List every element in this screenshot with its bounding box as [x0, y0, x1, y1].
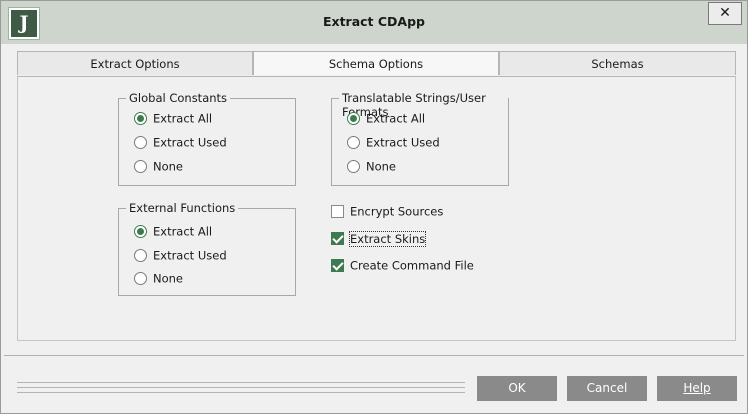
- dialog-title: Extract CDApp: [322, 14, 426, 29]
- footer-separator: [4, 355, 744, 356]
- tab-bar: Extract Options Schema Options Schemas: [17, 51, 736, 76]
- radio-selected-icon[interactable]: [134, 112, 147, 125]
- option-label: None: [153, 271, 184, 286]
- global-constants-group: Global Constants Extract All Extract Use…: [118, 91, 296, 186]
- close-button[interactable]: ✕: [708, 2, 742, 25]
- external-functions-extract-used[interactable]: Extract Used: [134, 246, 227, 264]
- radio-selected-icon[interactable]: [134, 225, 147, 238]
- option-label: Extract Used: [153, 248, 227, 263]
- checkbox-label: Create Command File: [350, 258, 474, 273]
- translatable-strings-extract-all[interactable]: Extract All: [347, 109, 425, 127]
- checkbox-unchecked-icon[interactable]: [331, 205, 344, 218]
- external-functions-extract-all[interactable]: Extract All: [134, 222, 212, 240]
- tab-schemas[interactable]: Schemas: [499, 51, 736, 75]
- encrypt-sources-checkbox[interactable]: Encrypt Sources: [331, 202, 443, 220]
- external-functions-title: External Functions: [126, 201, 239, 215]
- grip-line: [17, 387, 465, 388]
- option-label: None: [153, 159, 184, 174]
- option-label: Extract All: [153, 111, 213, 126]
- radio-selected-icon[interactable]: [347, 112, 360, 125]
- tab-content-panel: Global Constants Extract All Extract Use…: [17, 77, 736, 341]
- radio-icon[interactable]: [134, 249, 147, 262]
- radio-icon[interactable]: [134, 136, 147, 149]
- help-button[interactable]: Help: [657, 376, 737, 401]
- create-command-file-checkbox[interactable]: Create Command File: [331, 256, 474, 274]
- ok-button[interactable]: OK: [477, 376, 557, 401]
- radio-icon[interactable]: [347, 136, 360, 149]
- global-constants-title: Global Constants: [126, 91, 231, 105]
- cancel-button[interactable]: Cancel: [567, 376, 647, 401]
- checkbox-label: Extract Skins: [348, 230, 427, 247]
- global-constants-extract-all[interactable]: Extract All: [134, 109, 212, 127]
- global-constants-extract-used[interactable]: Extract Used: [134, 133, 227, 151]
- translatable-strings-extract-used[interactable]: Extract Used: [347, 133, 440, 151]
- radio-icon[interactable]: [134, 272, 147, 285]
- tab-schema-options[interactable]: Schema Options: [253, 51, 499, 75]
- global-constants-none[interactable]: None: [134, 157, 183, 175]
- checkbox-checked-icon[interactable]: [331, 232, 344, 245]
- help-button-label: Help: [683, 381, 711, 395]
- title-bar[interactable]: J Extract CDApp ✕: [1, 1, 747, 44]
- external-functions-group: External Functions Extract All Extract U…: [118, 201, 296, 296]
- radio-icon[interactable]: [134, 160, 147, 173]
- external-functions-none[interactable]: None: [134, 269, 183, 287]
- close-icon: ✕: [719, 5, 731, 21]
- checkbox-label: Encrypt Sources: [350, 204, 444, 219]
- option-label: Extract All: [366, 111, 426, 126]
- checkbox-checked-icon[interactable]: [331, 259, 344, 272]
- option-label: Extract Used: [153, 135, 227, 150]
- option-label: Extract All: [153, 224, 213, 239]
- option-label: Extract Used: [366, 135, 440, 150]
- radio-icon[interactable]: [347, 160, 360, 173]
- tab-extract-options[interactable]: Extract Options: [17, 51, 253, 75]
- translatable-strings-group: Translatable Strings/User Formats Extrac…: [331, 91, 509, 186]
- extract-skins-checkbox[interactable]: Extract Skins: [331, 229, 427, 247]
- option-label: None: [366, 159, 397, 174]
- grip-line: [17, 382, 465, 383]
- grip-line: [17, 392, 465, 393]
- extract-dialog: J Extract CDApp ✕ Extract Options Schema…: [0, 0, 748, 414]
- translatable-strings-none[interactable]: None: [347, 157, 396, 175]
